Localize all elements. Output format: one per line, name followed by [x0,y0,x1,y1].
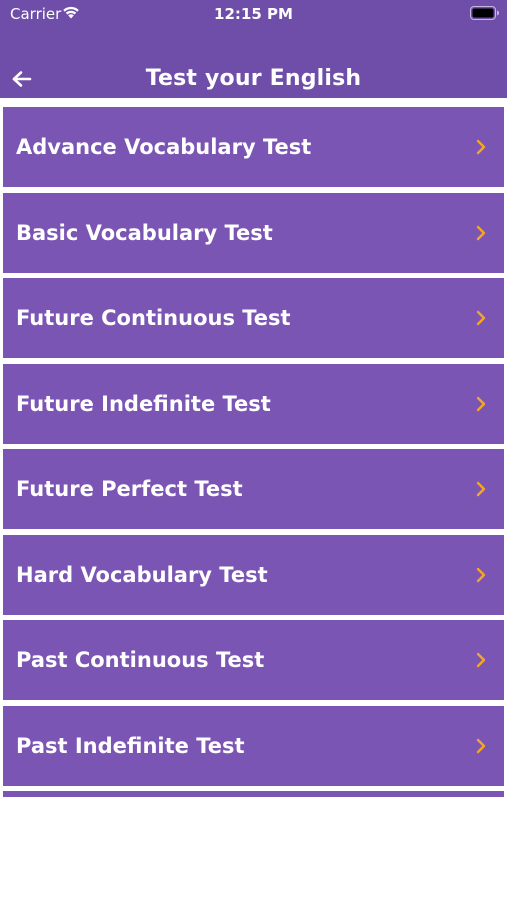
status-bar: Carrier 12:15 PM [0,0,507,30]
chevron-right-icon [476,652,486,668]
screen: Carrier 12:15 PM Test your English Advan… [0,0,507,900]
list-item-past-indefinite-test[interactable]: Past Indefinite Test [3,705,504,786]
chevron-right-icon [476,738,486,753]
test-list: Advance Vocabulary Test Basic Vocabulary… [3,107,504,791]
list-item-label: Future Continuous Test [16,306,291,330]
list-item-future-perfect-test[interactable]: Future Perfect Test [3,449,504,529]
list-item-hard-vocabulary-test[interactable]: Hard Vocabulary Test [3,534,504,615]
chevron-right-icon [476,310,486,326]
list-item-label: Hard Vocabulary Test [16,562,268,587]
list-item-partial[interactable] [3,791,504,797]
list-item-label: Future Indefinite Test [16,391,271,416]
status-time: 12:15 PM [214,5,293,23]
chevron-right-icon [476,225,486,240]
list-item-past-continuous-test[interactable]: Past Continuous Test [3,620,504,700]
list-item-label: Past Indefinite Test [16,733,245,758]
chevron-right-icon [476,481,486,497]
top-bar: Carrier 12:15 PM Test your English [0,0,507,98]
battery-icon [470,6,499,20]
chevron-right-icon [476,567,486,582]
list-item-future-continuous-test[interactable]: Future Continuous Test [3,278,504,358]
list-item-label: Advance Vocabulary Test [16,135,312,159]
list-item-advance-vocabulary-test[interactable]: Advance Vocabulary Test [3,107,504,187]
chevron-right-icon [476,139,486,155]
list-item-label: Past Continuous Test [16,648,265,672]
nav-bar: Test your English [0,60,507,98]
page-title: Test your English [145,66,362,91]
chevron-right-icon [476,396,486,411]
list-item-label: Future Perfect Test [16,477,243,501]
list-item-label: Basic Vocabulary Test [16,220,273,245]
list-item-future-indefinite-test[interactable]: Future Indefinite Test [3,363,504,444]
list-item-basic-vocabulary-test[interactable]: Basic Vocabulary Test [3,192,504,273]
